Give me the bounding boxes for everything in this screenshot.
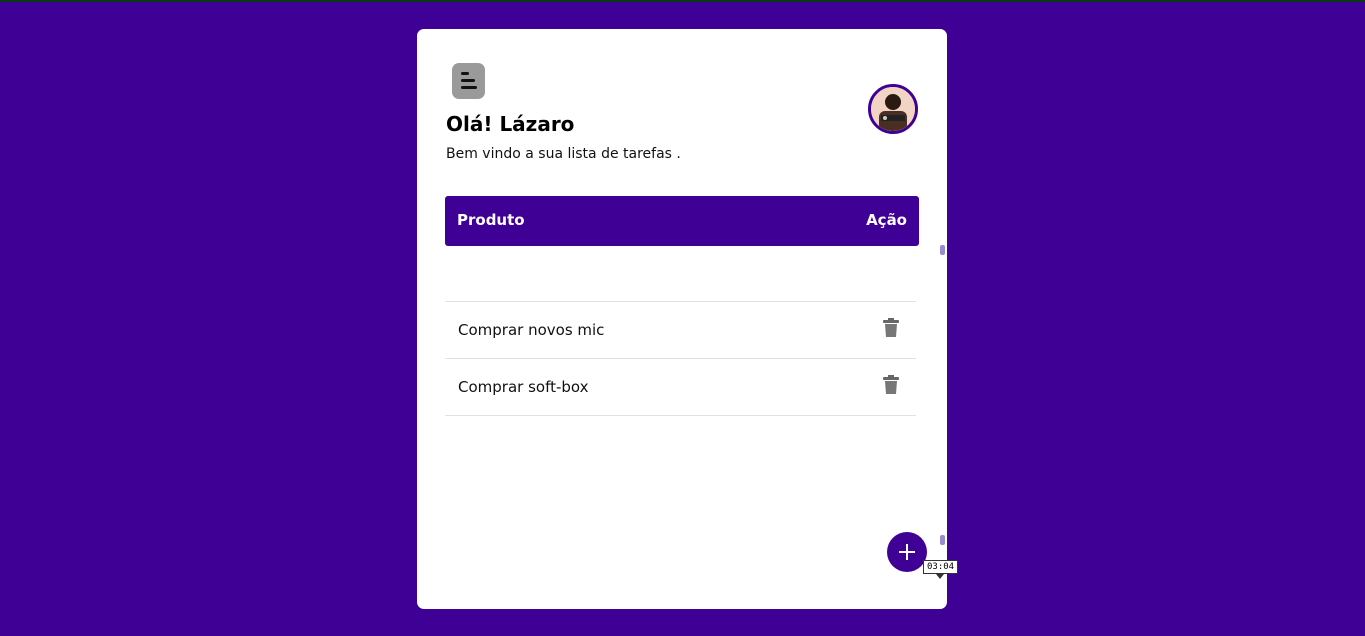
task-row: Comprar novos mic bbox=[445, 301, 916, 358]
task-label: Comprar soft-box bbox=[458, 378, 589, 396]
avatar[interactable] bbox=[868, 84, 918, 134]
task-row: Comprar soft-box bbox=[445, 358, 916, 416]
trash-icon[interactable] bbox=[883, 375, 899, 395]
column-header-product: Produto bbox=[457, 211, 525, 229]
table-header: Produto Ação bbox=[445, 196, 919, 246]
avatar-image bbox=[871, 87, 915, 131]
task-label: Comprar novos mic bbox=[458, 321, 605, 339]
menu-button[interactable] bbox=[452, 63, 485, 99]
trash-icon[interactable] bbox=[883, 318, 899, 338]
scrollbar-thumb-top[interactable] bbox=[940, 245, 945, 255]
top-border bbox=[0, 0, 1365, 2]
add-task-button[interactable] bbox=[887, 532, 927, 572]
tooltip-tail bbox=[936, 574, 944, 579]
time-tooltip: 03:04 bbox=[923, 560, 959, 574]
column-header-action: Ação bbox=[866, 211, 907, 229]
page-title: Olá! Lázaro bbox=[446, 112, 575, 136]
scrollbar-thumb-bottom[interactable] bbox=[940, 535, 945, 545]
task-card: Olá! Lázaro Bem vindo a sua lista de tar… bbox=[417, 29, 959, 609]
page-subtitle: Bem vindo a sua lista de tarefas . bbox=[446, 146, 681, 162]
